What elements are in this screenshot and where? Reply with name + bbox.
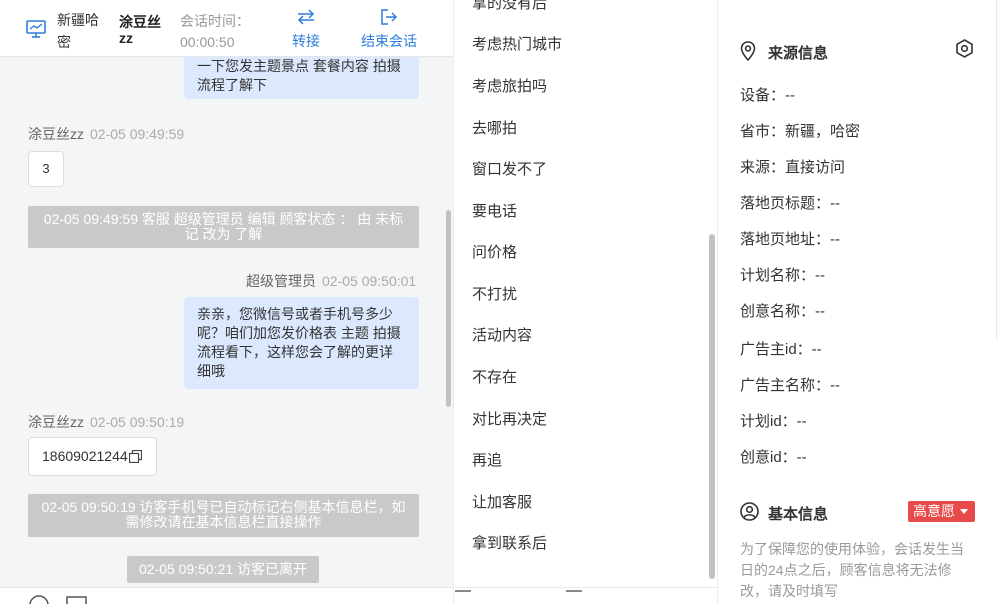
sender-name: 涂豆丝zz xyxy=(28,126,84,142)
quick-reply-item[interactable]: 不存在 xyxy=(472,366,517,387)
transfer-button[interactable]: 转接 xyxy=(289,9,323,51)
quick-reply-item[interactable]: 考虑旅拍吗 xyxy=(472,75,547,96)
info-creative-name: 创意名称：-- xyxy=(740,303,825,320)
quick-reply-item[interactable]: 拿到联系后 xyxy=(472,532,547,553)
phone-number: 18609021244 xyxy=(42,448,128,464)
message-meta: 超级管理员 02-05 09:50:01 xyxy=(246,271,416,291)
customer-info-panel: 来源信息 设备：-- 省市：新疆，哈密 来源：直接访问 落地页标题：-- 落地页… xyxy=(717,0,997,604)
chat-header: 新疆哈密 涂豆丝zz 会话时间： 00:00:50 转接 结束会话 xyxy=(0,0,453,57)
info-landing-url: 落地页地址：-- xyxy=(740,231,840,248)
emoji-icon[interactable] xyxy=(28,594,50,604)
message-meta: 涂豆丝zz 02-05 09:49:59 xyxy=(28,124,184,144)
quick-reply-item[interactable]: 考虑热门城市 xyxy=(472,33,562,54)
transfer-icon xyxy=(297,9,315,25)
info-plan-id: 计划id：-- xyxy=(740,413,807,430)
intent-label: 高意愿 xyxy=(913,503,955,519)
exit-icon xyxy=(381,9,398,25)
system-message: 02-05 09:50:21 访客已离开 xyxy=(127,556,319,583)
input-toolbar xyxy=(0,587,453,604)
chat-panel: 一下您发主题景点 套餐内容 拍摄流程了解下 涂豆丝zz 02-05 09:49:5… xyxy=(0,0,453,604)
info-landing-title: 落地页标题：-- xyxy=(740,195,840,212)
message-time: 02-05 09:50:01 xyxy=(322,273,417,289)
footer-divider xyxy=(455,590,471,592)
copy-icon[interactable] xyxy=(129,450,142,463)
message-time: 02-05 09:49:59 xyxy=(90,126,185,142)
basic-info-title: 基本信息 xyxy=(768,506,829,523)
system-message: 02-05 09:49:59 客服 超级管理员 编辑 顾客状态 ： 由 未标记 … xyxy=(28,206,419,248)
info-advertiser-id: 广告主id：-- xyxy=(740,341,822,358)
intent-dropdown[interactable]: 高意愿 xyxy=(908,501,975,522)
settings-hex-icon[interactable] xyxy=(955,39,974,58)
app-root: 一下您发主题景点 套餐内容 拍摄流程了解下 涂豆丝zz 02-05 09:49:5… xyxy=(0,0,997,604)
chat-scrollbar[interactable] xyxy=(446,210,451,407)
quick-reply-item[interactable]: 不打扰 xyxy=(472,283,517,304)
quick-reply-item[interactable]: 活动内容 xyxy=(472,324,532,345)
caret-down-icon xyxy=(960,509,968,514)
info-plan-name: 计划名称：-- xyxy=(740,267,825,284)
quick-reply-item[interactable]: 再追 xyxy=(472,449,502,470)
monitor-icon xyxy=(26,20,46,38)
quick-reply-item[interactable]: 窗口发不了 xyxy=(472,158,547,179)
end-session-button[interactable]: 结束会话 xyxy=(357,9,421,51)
transfer-label: 转接 xyxy=(292,33,320,49)
quick-reply-item[interactable]: 拿的没有后 xyxy=(472,0,547,13)
agent-message-bubble: 亲亲，您微信号或者手机号多少呢？咱们加您发价格表 主题 拍摄流程看下，这样您会了… xyxy=(184,297,419,389)
message-meta: 涂豆丝zz 02-05 09:50:19 xyxy=(28,412,184,432)
quick-reply-footer xyxy=(454,587,717,604)
user-icon xyxy=(740,502,759,521)
session-time-label: 会话时间： xyxy=(180,13,250,29)
info-device: 设备：-- xyxy=(740,87,795,104)
customer-region: 新疆哈密 xyxy=(57,12,99,50)
quick-reply-item[interactable]: 问价格 xyxy=(472,241,517,262)
quick-reply-item[interactable]: 去哪拍 xyxy=(472,117,517,138)
info-province: 省市：新疆，哈密 xyxy=(740,123,861,140)
customer-name: 涂豆丝zz xyxy=(119,14,161,46)
image-icon[interactable] xyxy=(66,594,88,604)
customer-message-bubble: 18609021244 xyxy=(28,437,157,476)
source-info-title: 来源信息 xyxy=(768,45,829,62)
quick-reply-scrollbar[interactable] xyxy=(709,234,715,579)
edit-notice: 为了保障您的使用体验，会话发生当日的24点之后，顾客信息将无法修改，请及时填写 xyxy=(740,541,964,599)
location-pin-icon xyxy=(740,41,756,61)
message-list[interactable]: 一下您发主题景点 套餐内容 拍摄流程了解下 涂豆丝zz 02-05 09:49:5… xyxy=(0,53,453,587)
message-time: 02-05 09:50:19 xyxy=(90,414,185,430)
agent-message-bubble: 一下您发主题景点 套餐内容 拍摄流程了解下 xyxy=(184,53,419,99)
quick-reply-panel: 拿的没有后考虑热门城市 考虑旅拍吗去哪拍窗口发不了要电话问价格不打扰活动内容不存在… xyxy=(453,0,717,604)
sender-name: 超级管理员 xyxy=(246,273,316,289)
customer-message-bubble: 3 xyxy=(28,151,64,187)
footer-divider xyxy=(566,590,582,592)
session-time: 00:00:50 xyxy=(180,34,235,50)
info-creative-id: 创意id：-- xyxy=(740,449,807,466)
system-message: 02-05 09:50:19 访客手机号已自动标记右侧基本信息栏，如需修改请在基… xyxy=(28,494,419,537)
quick-reply-item[interactable]: 对比再决定 xyxy=(472,408,547,429)
info-advertiser-name: 广告主名称：-- xyxy=(740,377,840,394)
info-source: 来源：直接访问 xyxy=(740,159,846,176)
sender-name: 涂豆丝zz xyxy=(28,414,84,430)
quick-reply-item[interactable]: 要电话 xyxy=(472,200,517,221)
quick-reply-item[interactable]: 让加客服 xyxy=(472,491,532,512)
end-session-label: 结束会话 xyxy=(361,33,417,49)
